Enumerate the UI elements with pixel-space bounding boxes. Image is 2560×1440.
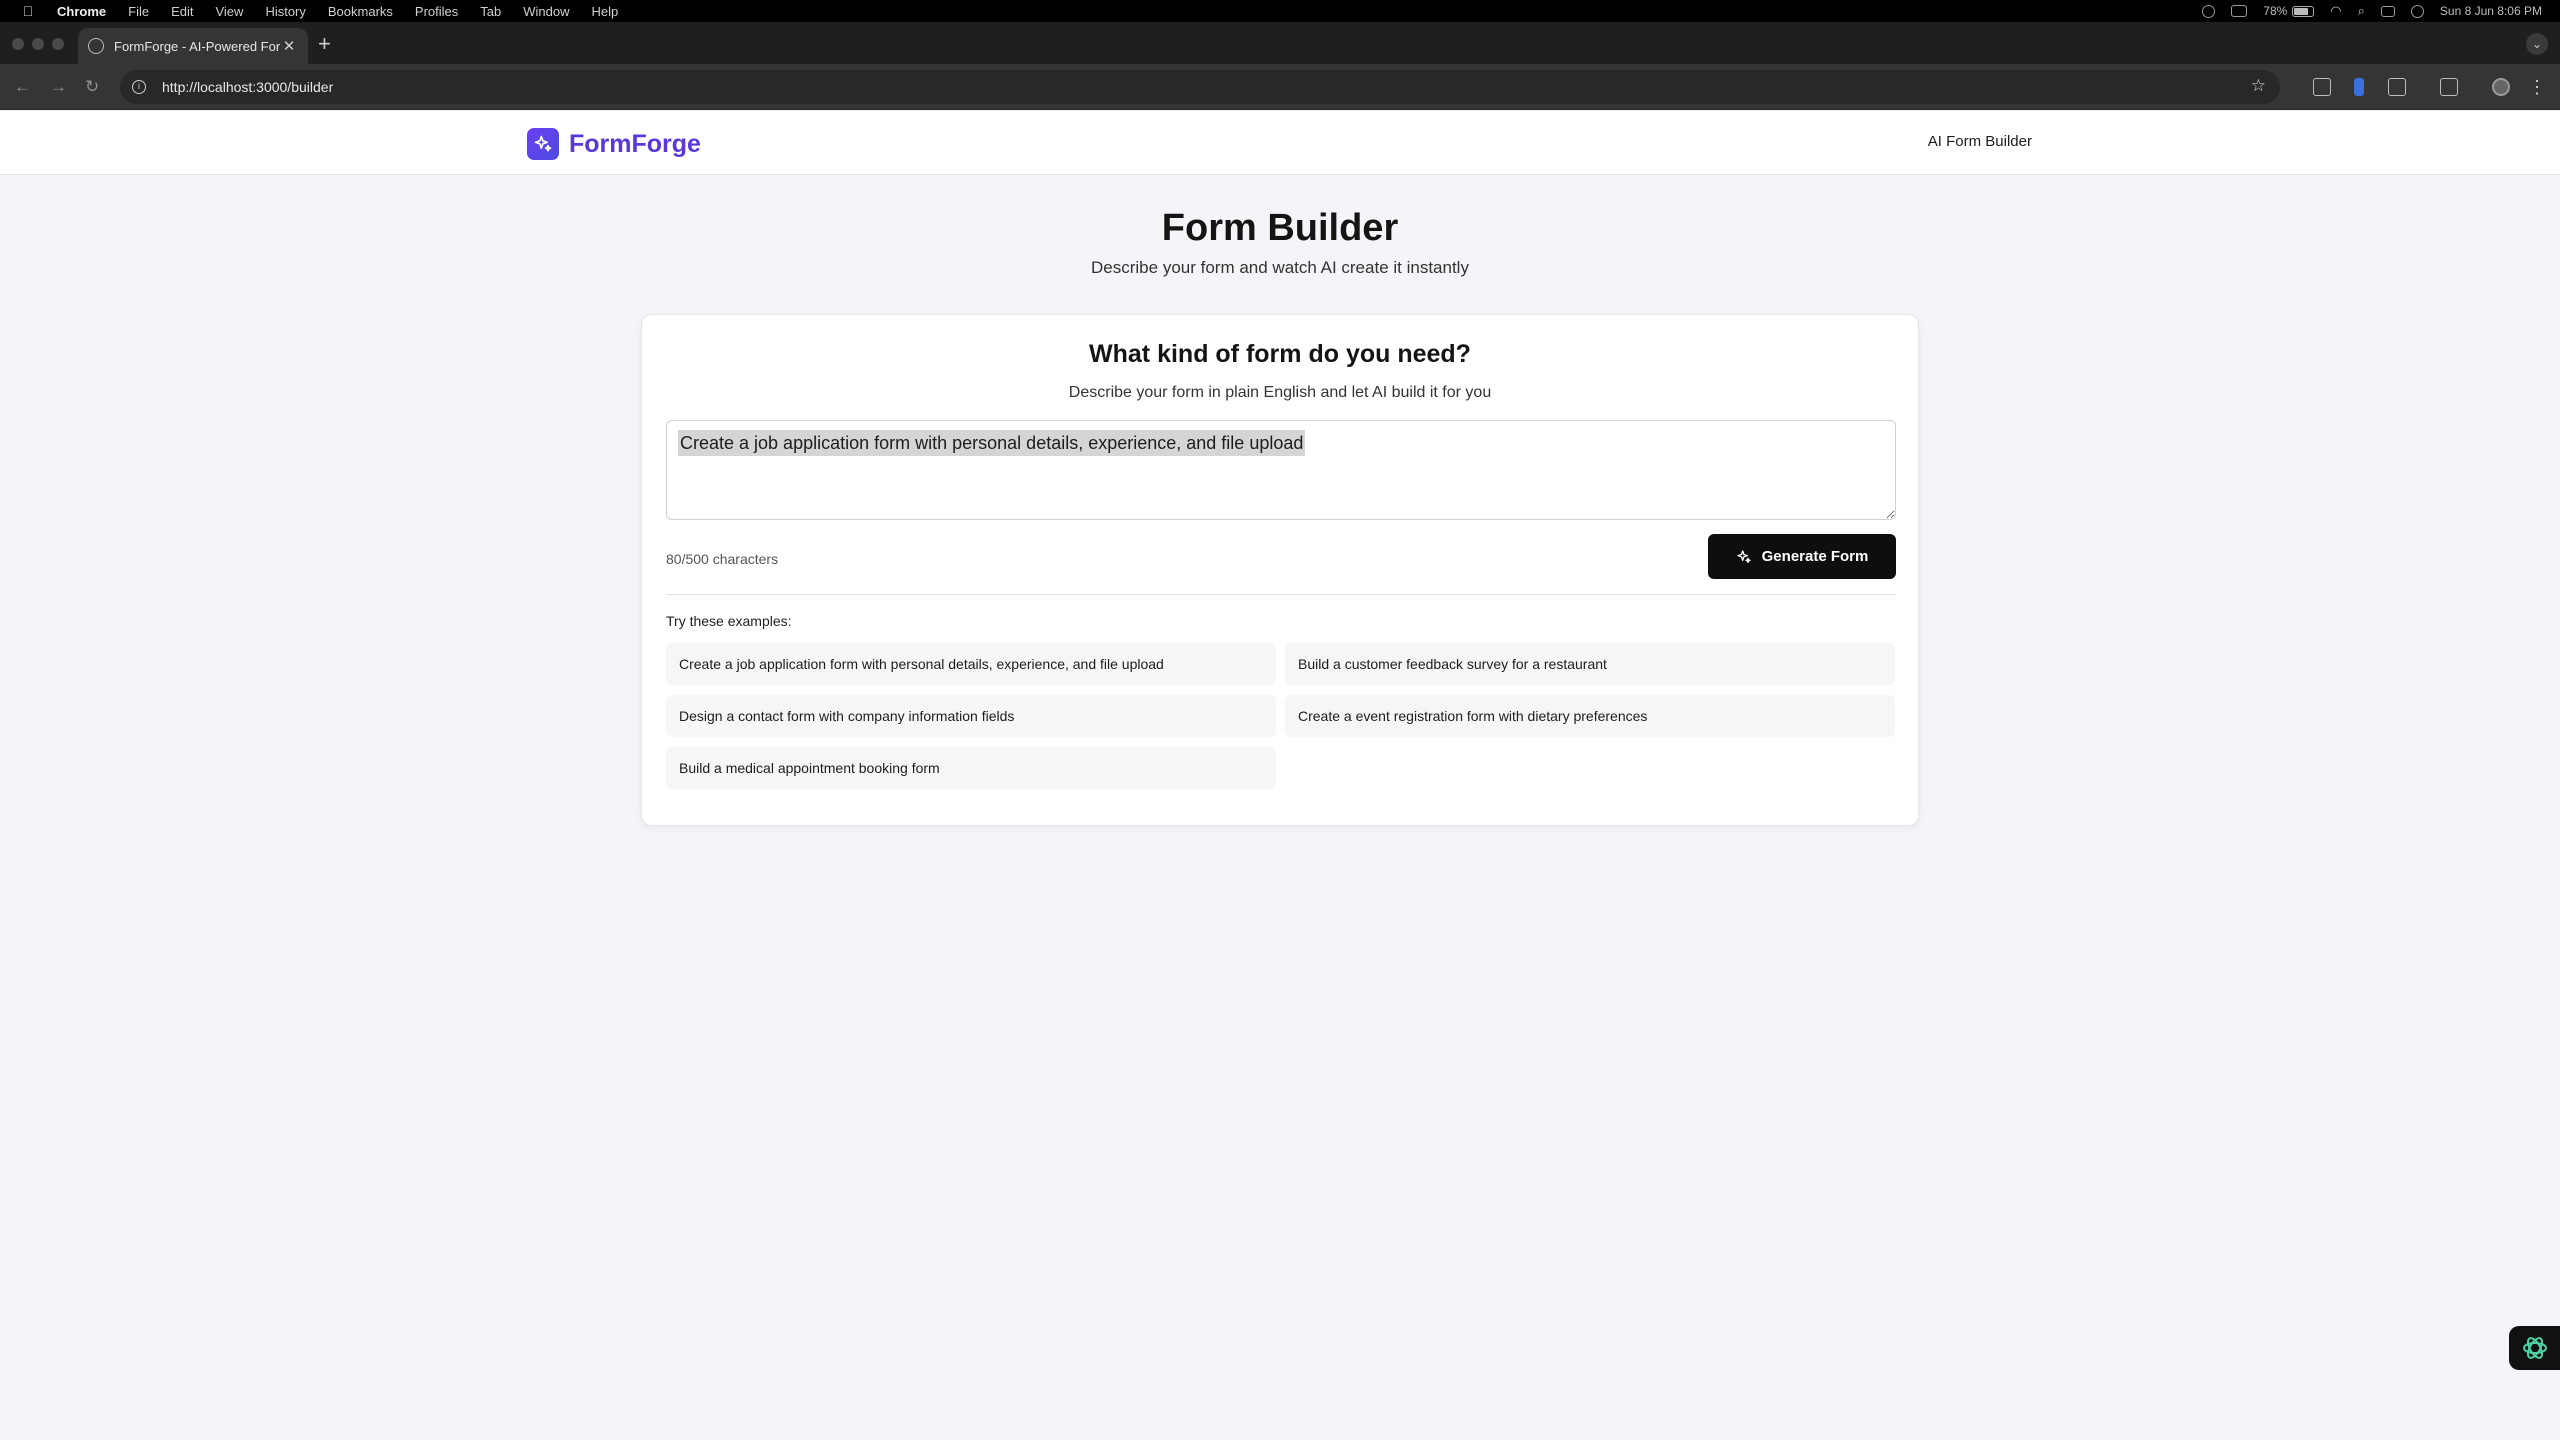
- extensions-puzzle-icon[interactable]: [2388, 78, 2406, 96]
- menu-window[interactable]: Window: [523, 4, 569, 19]
- battery-fill: [2294, 7, 2308, 15]
- menu-file[interactable]: File: [128, 4, 149, 19]
- chrome-menu-icon[interactable]: ⋮: [2528, 78, 2546, 96]
- brand-name: FormForge: [569, 129, 701, 158]
- battery-percent: 78%: [2263, 4, 2288, 18]
- translate-icon[interactable]: [2440, 78, 2458, 96]
- wifi-icon[interactable]: ◠: [2330, 3, 2341, 19]
- window-close-button[interactable]: [12, 38, 24, 50]
- tab-favicon-icon: [88, 38, 104, 54]
- menubar-clock[interactable]: Sun 8 Jun 8:06 PM: [2440, 4, 2542, 18]
- app-header: FormForge AI Form Builder: [0, 111, 2560, 175]
- forward-arrow-icon[interactable]: →: [50, 77, 67, 97]
- character-count: 80/500 characters: [666, 551, 779, 567]
- browser-toolbar: ← → ↻ i http://localhost:3000/builder ☆ …: [0, 64, 2560, 110]
- divider: [666, 594, 1896, 595]
- menubar-status-area: 78% ◠ ⌕ Sun 8 Jun 8:06 PM: [2202, 0, 2542, 22]
- page-subtitle: Describe your form and watch AI create i…: [1091, 258, 1469, 277]
- site-info-icon[interactable]: i: [132, 80, 146, 94]
- siri-icon[interactable]: [2410, 4, 2424, 18]
- browser-tab-strip: FormForge - AI-Powered For ✕ + ⌄: [0, 22, 2560, 64]
- sparkles-logo-icon: [527, 128, 559, 160]
- menu-edit[interactable]: Edit: [171, 4, 193, 19]
- menu-history[interactable]: History: [265, 4, 305, 19]
- screen-record-icon[interactable]: [2231, 5, 2248, 17]
- profile-avatar[interactable]: [2492, 78, 2510, 96]
- form-description-selected-text: Create a job application form with perso…: [678, 430, 1306, 456]
- control-center-icon[interactable]: [2380, 5, 2395, 17]
- menu-tab[interactable]: Tab: [480, 4, 501, 19]
- window-zoom-button[interactable]: [52, 38, 64, 50]
- app-page: FormForge AI Form Builder Form Builder D…: [0, 111, 2560, 1440]
- apple-menu-icon[interactable]: : [19, 3, 37, 19]
- sparkles-icon: [1736, 549, 1751, 563]
- menu-view[interactable]: View: [215, 4, 243, 19]
- card-subtitle: Describe your form in plain English and …: [1068, 384, 1492, 401]
- example-prompt-button[interactable]: Design a contact form with company infor…: [666, 695, 1276, 737]
- examples-label: Try these examples:: [666, 613, 792, 629]
- address-bar[interactable]: i http://localhost:3000/builder ☆: [120, 70, 2280, 104]
- menu-help[interactable]: Help: [592, 4, 619, 19]
- generate-form-button[interactable]: Generate Form: [1708, 534, 1896, 579]
- extension-icon[interactable]: [2313, 78, 2331, 96]
- tab-search-chevron-icon[interactable]: ⌄: [2526, 33, 2548, 55]
- example-prompt-button[interactable]: Build a customer feedback survey for a r…: [1285, 643, 1895, 685]
- ai-assistant-button[interactable]: [2509, 1326, 2560, 1370]
- card-title: What kind of form do you need?: [1089, 340, 1471, 368]
- back-arrow-icon[interactable]: ←: [14, 77, 31, 97]
- nav-ai-form-builder[interactable]: AI Form Builder: [1928, 133, 2032, 150]
- extension-blue-icon[interactable]: [2354, 78, 2364, 96]
- new-tab-button[interactable]: +: [318, 33, 331, 55]
- tab-title: FormForge - AI-Powered For: [114, 38, 280, 54]
- example-prompt-button[interactable]: Create a event registration form with di…: [1285, 695, 1895, 737]
- tab-close-icon[interactable]: ✕: [280, 37, 298, 55]
- bookmark-star-icon[interactable]: ☆: [2251, 76, 2266, 96]
- menu-profiles[interactable]: Profiles: [415, 4, 458, 19]
- example-prompt-button[interactable]: Build a medical appointment booking form: [666, 747, 1276, 789]
- menu-app-name[interactable]: Chrome: [57, 4, 106, 19]
- menu-bookmarks[interactable]: Bookmarks: [328, 4, 393, 19]
- window-minimize-button[interactable]: [32, 38, 44, 50]
- battery-icon: [2292, 5, 2315, 17]
- battery-indicator[interactable]: 78%: [2263, 4, 2315, 18]
- address-bar-url[interactable]: http://localhost:3000/builder: [162, 79, 333, 95]
- generate-form-label: Generate Form: [1761, 548, 1869, 565]
- page-title: Form Builder: [1161, 207, 1399, 249]
- spotlight-search-icon[interactable]: ⌕: [2358, 3, 2365, 19]
- example-prompt-button[interactable]: Create a job application form with perso…: [666, 643, 1276, 685]
- openai-logo-icon: [2523, 1337, 2547, 1359]
- macos-menubar:  Chrome File Edit View History Bookmark…: [0, 0, 2560, 22]
- brand[interactable]: FormForge: [527, 128, 701, 160]
- form-prompt-card: What kind of form do you need? Describe …: [641, 314, 1919, 826]
- browser-tab-active[interactable]: FormForge - AI-Powered For ✕: [78, 28, 308, 64]
- reload-icon[interactable]: ↻: [85, 77, 99, 97]
- status-circle-icon[interactable]: [2202, 4, 2216, 18]
